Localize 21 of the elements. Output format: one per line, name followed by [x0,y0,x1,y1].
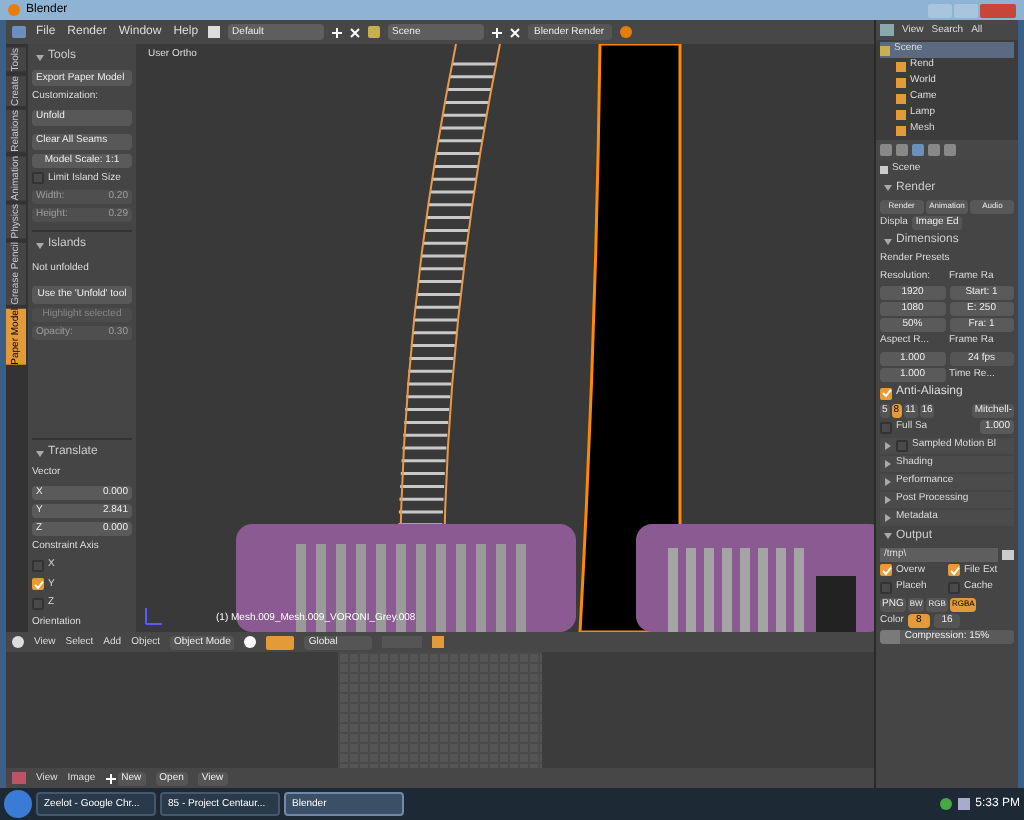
expanded-triangle-icon[interactable] [36,449,44,457]
expanded-triangle-icon[interactable] [36,241,44,249]
add-icon[interactable] [492,27,503,37]
start-button[interactable] [4,790,32,818]
expanded-triangle-icon[interactable] [884,237,892,245]
expanded-triangle-icon[interactable] [884,532,892,540]
collapsed-triangle-icon[interactable] [884,477,892,485]
expanded-triangle-icon[interactable] [36,53,44,61]
checkbox[interactable] [880,421,892,434]
collapsed-triangle-icon[interactable] [884,459,892,467]
expanded-triangle-icon[interactable] [884,184,892,192]
collapsed-triangle-icon[interactable] [884,495,892,503]
add-icon[interactable] [332,27,343,37]
collapsed-triangle-icon[interactable] [884,441,892,449]
axis-gizmo-icon [142,604,166,628]
checkbox[interactable] [896,439,908,451]
close-icon[interactable] [350,27,361,37]
add-icon[interactable] [105,773,116,783]
close-icon[interactable] [510,27,521,37]
close-button[interactable] [980,3,1016,17]
collapsed-triangle-icon[interactable] [884,513,892,521]
